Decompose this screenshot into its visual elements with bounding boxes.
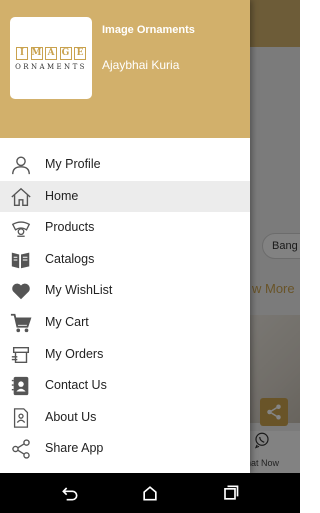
profile-icon [12, 156, 30, 175]
menu-item-share-app[interactable]: Share App [0, 433, 250, 465]
menu-item-catalogs[interactable]: Catalogs [0, 244, 250, 276]
menu-item-label: My WishList [45, 283, 113, 298]
products-icon [11, 221, 31, 238]
company-name: Image Ornaments [102, 24, 195, 36]
share-icon [12, 439, 30, 460]
orders-icon [11, 346, 30, 363]
menu-item-about-us[interactable]: About Us [0, 402, 250, 434]
cart-icon [10, 313, 32, 333]
system-navigation-bar [0, 473, 300, 513]
contact-icon [11, 376, 29, 396]
back-icon[interactable] [60, 483, 80, 503]
menu-item-my-orders[interactable]: My Orders [0, 339, 250, 371]
logo-wordmark: IMAGE [16, 47, 86, 60]
menu-item-my-cart[interactable]: My Cart [0, 307, 250, 339]
menu-item-label: Contact Us [45, 378, 107, 393]
menu-item-my-wishlist[interactable]: My WishList [0, 275, 250, 307]
navigation-drawer: IMAGE ORNAMENTS Image Ornaments Ajaybhai… [0, 0, 250, 473]
menu-item-label: Home [45, 188, 79, 203]
menu-item-label: About Us [45, 409, 97, 424]
menu-item-my-profile[interactable]: My Profile [0, 149, 250, 181]
home-nav-icon[interactable] [140, 483, 160, 503]
catalogs-icon [11, 252, 30, 269]
drawer-menu: My Profile Home Products Catalogs My Wis… [0, 149, 250, 465]
logo-subtext: ORNAMENTS [15, 63, 87, 71]
company-logo: IMAGE ORNAMENTS [10, 17, 92, 99]
menu-item-label: My Cart [45, 314, 89, 329]
home-icon [11, 187, 31, 206]
user-name: Ajaybhai Kuria [102, 58, 180, 72]
menu-item-home[interactable]: Home [0, 180, 250, 213]
menu-item-label: My Profile [45, 157, 101, 171]
heart-icon [12, 283, 30, 300]
menu-item-label: My Orders [45, 346, 104, 361]
menu-item-label: Catalogs [45, 251, 95, 266]
menu-item-label: Share App [45, 441, 104, 456]
recents-icon[interactable] [220, 483, 240, 503]
menu-item-label: Products [45, 220, 95, 235]
drawer-header: IMAGE ORNAMENTS Image Ornaments Ajaybhai… [0, 0, 250, 138]
about-icon [13, 407, 29, 428]
menu-item-contact-us[interactable]: Contact Us [0, 370, 250, 402]
menu-item-products[interactable]: Products [0, 212, 250, 244]
